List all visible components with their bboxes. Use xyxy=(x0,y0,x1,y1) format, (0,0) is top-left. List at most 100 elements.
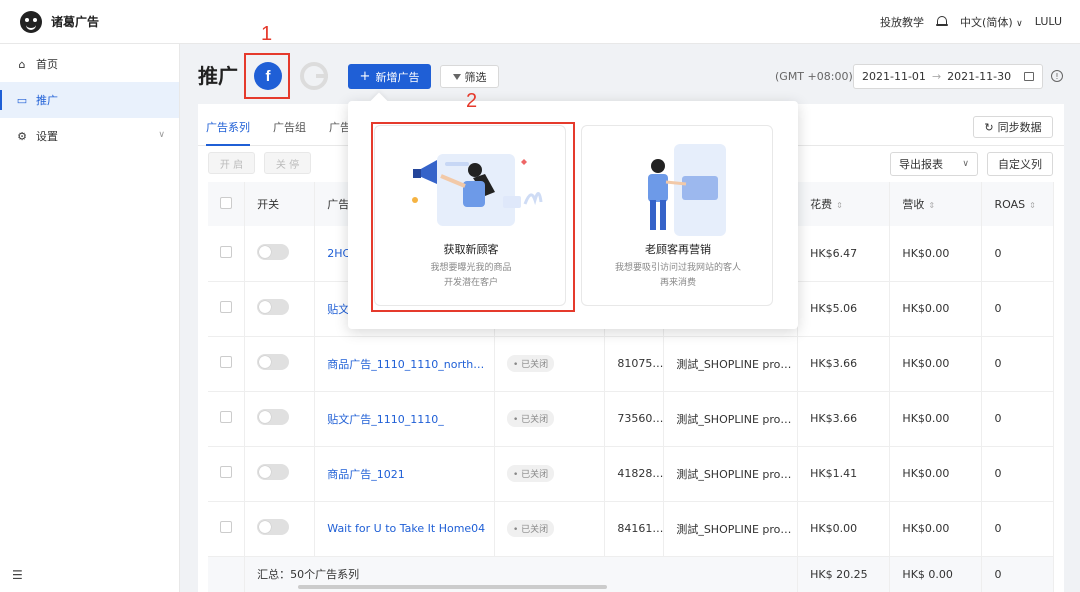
sidebar: ⌂ 首页 ▭ 推广 ⚙ 设置 ∨ ☰ xyxy=(0,44,180,592)
filter-label: 筛选 xyxy=(464,70,487,84)
row-checkbox[interactable] xyxy=(220,411,232,423)
spend-value: HK$5.06 xyxy=(797,281,891,337)
campaign-name-link[interactable]: 贴文广告_1110_1110_ xyxy=(327,413,444,426)
language-selector[interactable]: 中文(简体) ∨ xyxy=(960,14,1023,30)
campaign-id: 84161… xyxy=(604,501,665,557)
row-checkbox[interactable] xyxy=(220,301,232,313)
option-card-remarketing[interactable]: 老顾客再营销 我想要吸引访问过我网站的客人 再来消费 xyxy=(581,125,773,306)
status-toggle[interactable] xyxy=(257,409,290,425)
roas-value: 0 xyxy=(981,281,1054,337)
bell-icon[interactable] xyxy=(936,15,949,28)
campaign-name-link[interactable]: 商品广告_1110_1110_north… xyxy=(327,358,484,371)
table-row: Wait for U to Take It Home04 • 已关闭 84161… 測… xyxy=(208,501,1054,557)
sync-data-button[interactable]: ↻ 同步数据 xyxy=(973,116,1053,138)
sort-icon: ⇕ xyxy=(928,201,936,210)
disable-button[interactable]: 关 停 xyxy=(264,152,311,174)
status-toggle[interactable] xyxy=(257,464,290,480)
user-menu[interactable]: LULU xyxy=(1035,15,1062,28)
home-icon: ⌂ xyxy=(18,57,26,71)
campaign-id: 73560… xyxy=(604,391,665,447)
info-icon[interactable]: ! xyxy=(1051,70,1063,82)
select-all-checkbox[interactable] xyxy=(220,196,232,209)
funnel-icon xyxy=(452,73,461,80)
google-platform-icon[interactable] xyxy=(300,62,328,90)
header-spend[interactable]: 花费 ⇕ xyxy=(797,182,891,226)
campaign-name-cell: 商品广告_1110_1110_north… xyxy=(314,336,495,392)
page-title: 推广 xyxy=(198,64,238,88)
row-checkbox[interactable] xyxy=(220,466,232,478)
header-roas[interactable]: ROAS ⇕ xyxy=(981,182,1054,226)
tutorial-link[interactable]: 投放教学 xyxy=(880,14,924,30)
horizontal-scrollbar[interactable] xyxy=(298,585,607,589)
custom-columns-button[interactable]: 自定义列 xyxy=(987,152,1053,176)
status-toggle[interactable] xyxy=(257,299,290,315)
ad-account: 測試_SHOPLINE pro… xyxy=(663,501,799,557)
tab-ad-groups[interactable]: 广告组 xyxy=(273,119,306,135)
status-toggle[interactable] xyxy=(257,243,290,260)
status-toggle[interactable] xyxy=(257,519,290,535)
sidebar-item-settings[interactable]: ⚙ 设置 ∨ xyxy=(0,118,179,154)
robot-logo-icon xyxy=(20,10,42,33)
header-roas-label: ROAS xyxy=(994,197,1026,211)
collapse-sidebar-icon[interactable]: ☰ xyxy=(12,568,23,582)
export-report-dropdown[interactable]: 导出报表 ∨ xyxy=(890,152,978,176)
table-row: 商品广告_1021 • 已关闭 41828… 測試_SHOPLINE pro… HK$1… xyxy=(208,446,1054,502)
status-cell: • 已关闭 xyxy=(494,446,606,502)
chevron-down-icon: ∨ xyxy=(158,130,165,140)
promotion-icon: ▭ xyxy=(16,93,28,107)
enable-button[interactable]: 开 启 xyxy=(208,152,255,174)
ad-account: 測試_SHOPLINE pro… xyxy=(663,336,799,392)
filter-button[interactable]: 筛选 xyxy=(440,65,499,88)
status-toggle[interactable] xyxy=(257,354,290,370)
summary-spend: HK$ 20.25 xyxy=(797,556,891,592)
spend-value: HK$3.66 xyxy=(797,336,891,392)
row-checkbox[interactable] xyxy=(220,245,232,258)
date-start: 2021-11-01 xyxy=(862,70,926,83)
ad-account: 測試_SHOPLINE pro… xyxy=(663,446,799,502)
header-spend-label: 花费 xyxy=(810,198,833,211)
campaign-name-link[interactable]: 贴文 xyxy=(327,303,349,316)
sidebar-item-promotion[interactable]: ▭ 推广 xyxy=(0,82,179,118)
spend-value: HK$3.66 xyxy=(797,391,891,447)
campaign-name-cell: 商品广告_1021 xyxy=(314,446,495,502)
sidebar-item-home[interactable]: ⌂ 首页 xyxy=(0,46,179,82)
roas-value: 0 xyxy=(981,336,1054,392)
header-revenue-label: 营收 xyxy=(902,198,925,211)
status-cell: • 已关闭 xyxy=(494,391,606,447)
arrow-right-icon: → xyxy=(931,70,942,83)
row-checkbox[interactable] xyxy=(220,521,232,533)
campaign-name-link[interactable]: 2HC xyxy=(327,247,350,260)
campaign-name-link[interactable]: Wait for U to Take It Home04 xyxy=(327,522,485,535)
option-title: 老顾客再营销 xyxy=(645,243,711,256)
spend-value: HK$0.00 xyxy=(797,501,891,557)
header-revenue[interactable]: 营收 ⇕ xyxy=(889,182,983,226)
row-checkbox[interactable] xyxy=(220,356,232,368)
sidebar-item-label: 推广 xyxy=(36,94,58,107)
row-checkbox-cell xyxy=(208,336,246,392)
roas-value: 0 xyxy=(981,226,1054,282)
revenue-value: HK$0.00 xyxy=(889,446,983,502)
tab-campaigns[interactable]: 广告系列 xyxy=(206,119,250,135)
table-row: 贴文广告_1110_1110_ • 已关闭 73560… 測試_SHOPLINE pr… xyxy=(208,391,1054,447)
language-label: 中文(简体) xyxy=(960,15,1013,29)
campaign-id: 41828… xyxy=(604,446,665,502)
spend-value: HK$6.47 xyxy=(797,226,891,282)
roas-value: 0 xyxy=(981,446,1054,502)
status-badge: • 已关闭 xyxy=(506,465,555,482)
campaign-name-cell: 贴文广告_1110_1110_ xyxy=(314,391,495,447)
date-range-picker[interactable]: 2021-11-01 → 2021-11-30 xyxy=(853,64,1043,89)
new-ad-button[interactable]: + 新增广告 xyxy=(348,64,431,89)
status-badge: • 已关闭 xyxy=(506,410,555,427)
row-toggle-cell xyxy=(244,501,316,557)
roas-value: 0 xyxy=(981,391,1054,447)
sync-data-label: 同步数据 xyxy=(997,121,1042,134)
row-checkbox-cell xyxy=(208,391,246,447)
header-checkbox-cell xyxy=(208,182,246,226)
table-row: 商品广告_1110_1110_north… • 已关闭 81075… 測試_SHOPL… xyxy=(208,336,1054,392)
row-checkbox-cell xyxy=(208,501,246,557)
app-logo[interactable]: 诸葛广告 xyxy=(20,10,99,33)
row-checkbox-cell xyxy=(208,226,246,282)
active-tab-indicator xyxy=(206,144,250,146)
campaign-name-link[interactable]: 商品广告_1021 xyxy=(327,468,405,481)
summary-revenue: HK$ 0.00 xyxy=(889,556,983,592)
